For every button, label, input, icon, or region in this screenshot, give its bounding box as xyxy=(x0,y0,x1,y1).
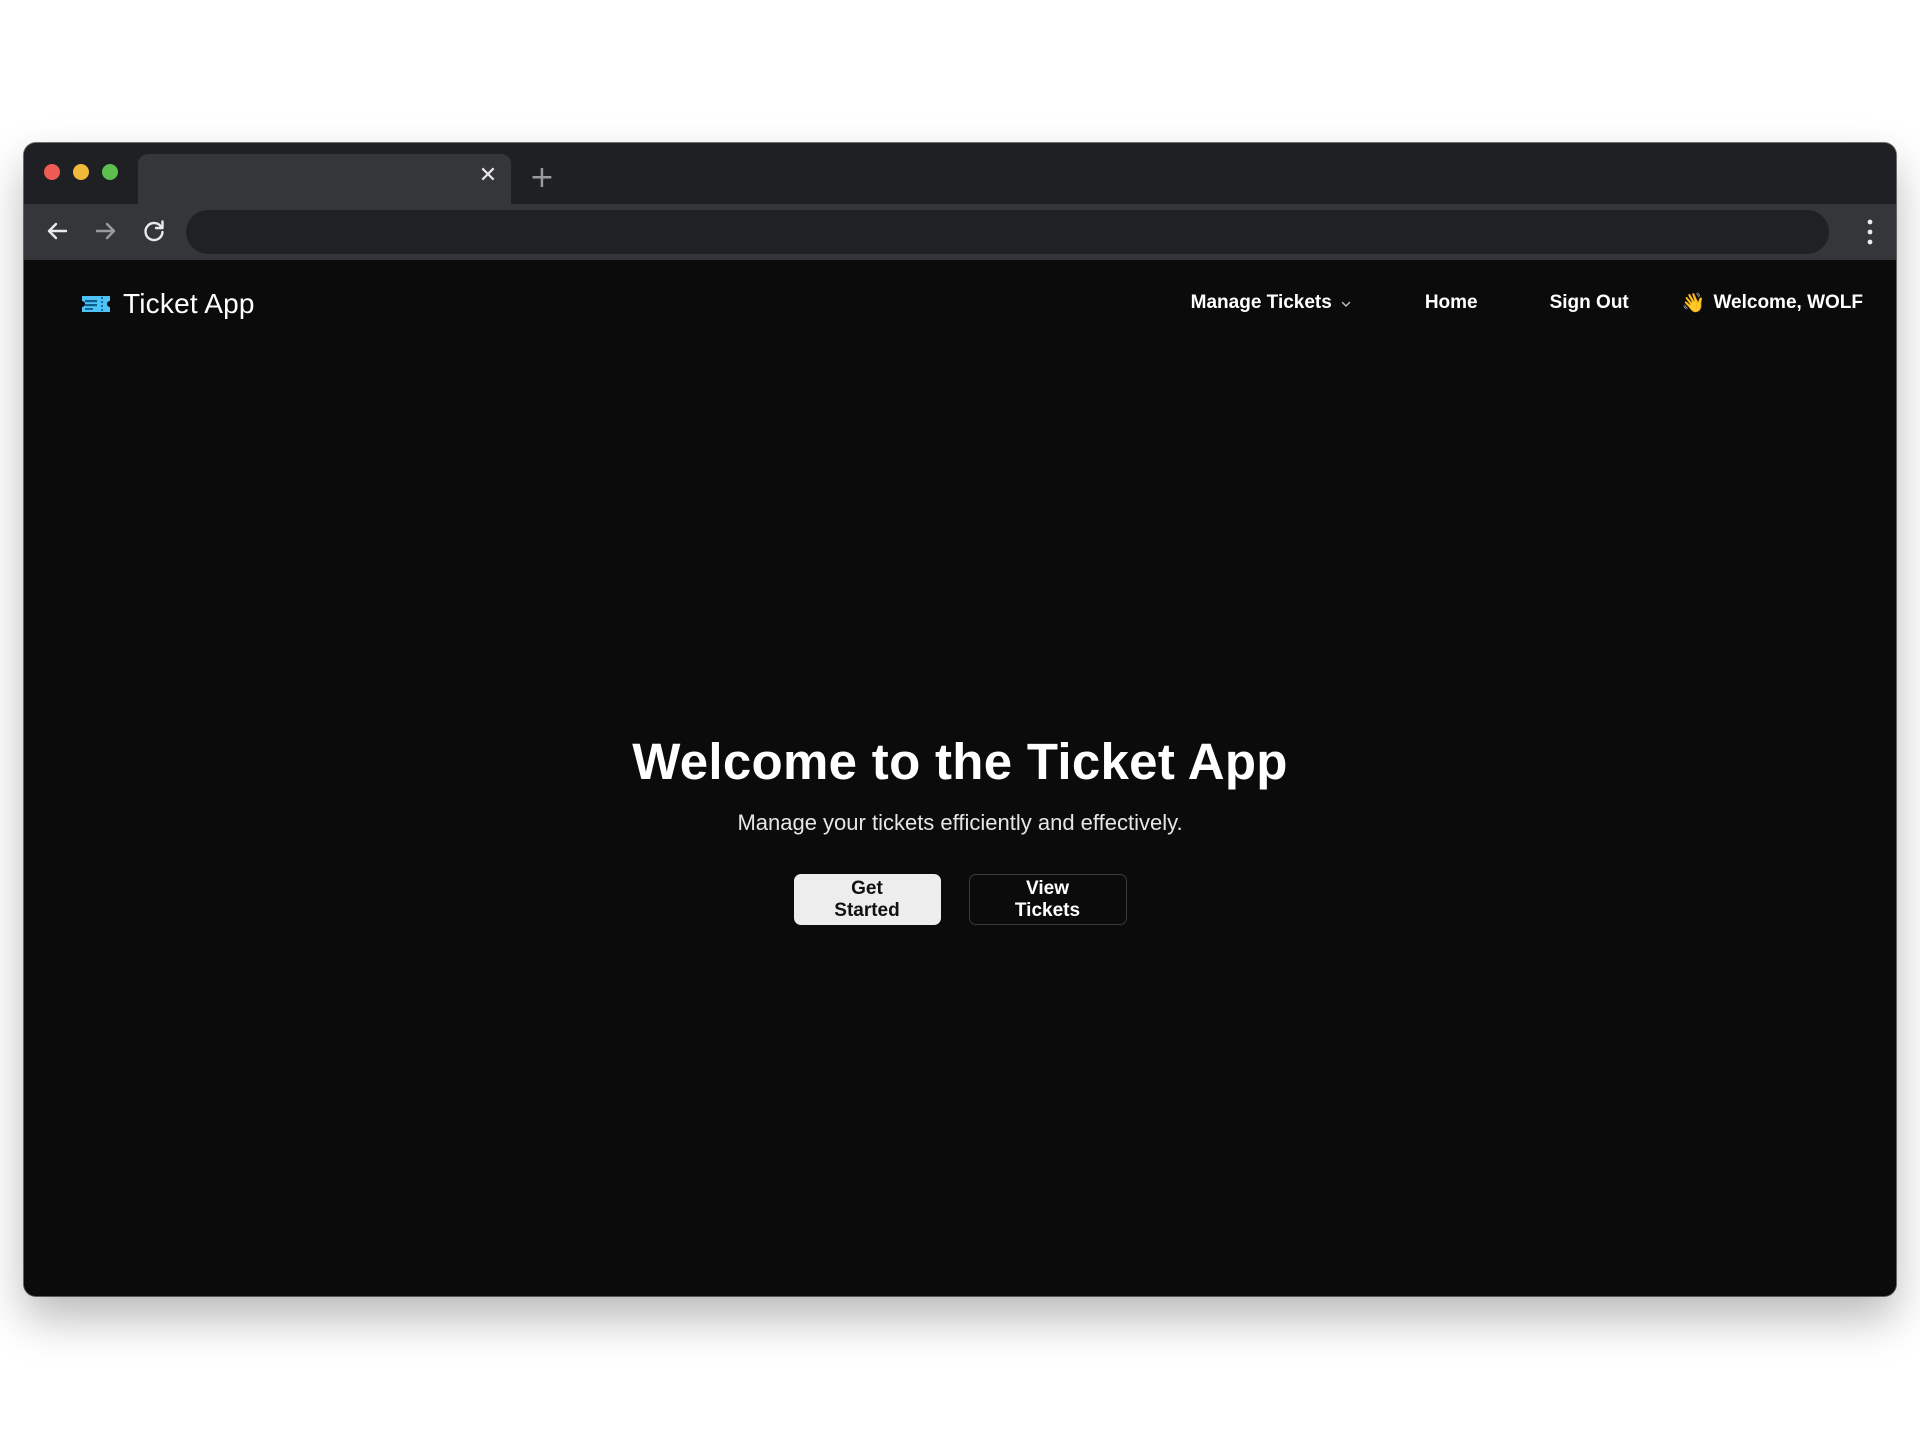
hero-actions: Get Started View Tickets xyxy=(24,874,1896,925)
reload-icon[interactable] xyxy=(139,216,169,246)
manage-tickets-dropdown[interactable]: Manage Tickets xyxy=(1191,292,1352,314)
sign-out-link[interactable]: Sign Out xyxy=(1550,292,1629,314)
welcome-label: Welcome, WOLF xyxy=(1713,292,1863,313)
hero-subtitle: Manage your tickets efficiently and effe… xyxy=(737,810,1183,835)
brand-name: Ticket App xyxy=(123,288,255,319)
ticket-icon xyxy=(82,296,110,312)
minimize-window-button[interactable] xyxy=(73,164,89,180)
brand-link[interactable]: Ticket App xyxy=(81,284,255,324)
new-tab-icon[interactable]: + xyxy=(527,163,557,193)
hero-section: Welcome to the Ticket App Manage your ti… xyxy=(24,730,1896,925)
waving-hand-icon: 👋 xyxy=(1681,293,1706,314)
browser-window: ✕ + Ticket App Manage Tickets Home Sign … xyxy=(24,143,1896,1296)
get-started-button[interactable]: Get Started xyxy=(793,874,941,925)
browser-tab[interactable]: ✕ xyxy=(138,154,511,204)
top-navigation: Manage Tickets Home Sign Out 👋 Welcome, … xyxy=(1191,288,1863,318)
maximize-window-button[interactable] xyxy=(102,164,118,180)
back-arrow-icon[interactable] xyxy=(42,216,72,246)
tab-close-icon[interactable]: ✕ xyxy=(477,165,499,187)
hero-title: Welcome to the Ticket App xyxy=(632,733,1288,790)
close-window-button[interactable] xyxy=(44,164,60,180)
browser-toolbar xyxy=(24,204,1896,260)
page-content: Ticket App Manage Tickets Home Sign Out … xyxy=(24,260,1896,1296)
welcome-user: 👋 Welcome, WOLF xyxy=(1682,291,1863,315)
forward-arrow-icon[interactable] xyxy=(91,216,121,246)
manage-tickets-label: Manage Tickets xyxy=(1190,292,1332,313)
chevron-down-icon xyxy=(1341,301,1351,307)
address-bar[interactable] xyxy=(186,210,1829,254)
tab-strip: ✕ + xyxy=(24,143,1896,204)
view-tickets-button[interactable]: View Tickets xyxy=(968,874,1127,925)
more-vertical-icon[interactable] xyxy=(1866,218,1874,246)
nav-home-link[interactable]: Home xyxy=(1425,292,1478,314)
